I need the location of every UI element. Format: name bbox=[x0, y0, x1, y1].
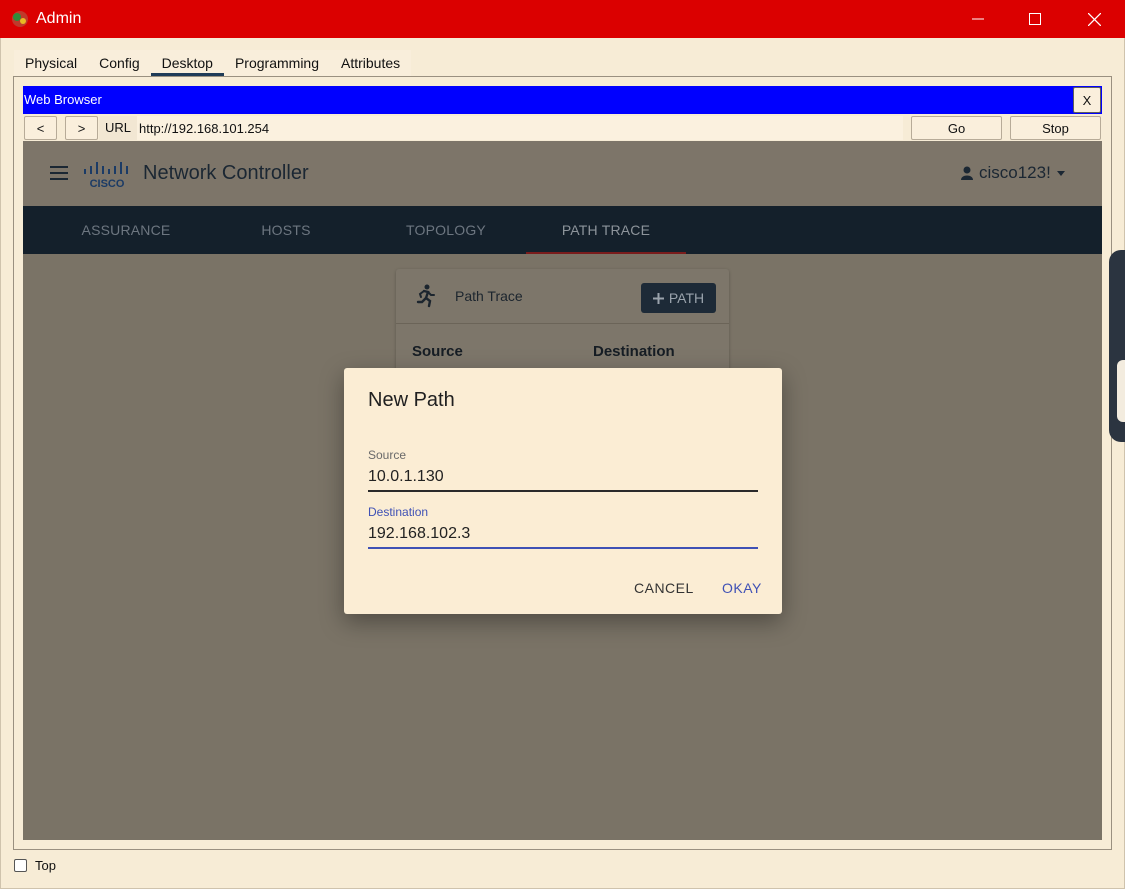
tab-physical[interactable]: Physical bbox=[14, 50, 88, 76]
menu-icon[interactable] bbox=[50, 166, 68, 180]
browser-close-button[interactable]: X bbox=[1073, 87, 1101, 113]
window-title: Admin bbox=[36, 10, 82, 27]
plus-icon bbox=[652, 292, 664, 304]
back-button[interactable]: < bbox=[24, 116, 57, 140]
url-input[interactable] bbox=[137, 116, 903, 140]
tab-attributes[interactable]: Attributes bbox=[330, 50, 411, 76]
new-path-dialog: New Path Source Destination CANCEL OKAY bbox=[344, 368, 782, 614]
okay-button[interactable]: OKAY bbox=[722, 580, 762, 596]
card-header: Path Trace PATH bbox=[396, 269, 729, 324]
nav-path-trace[interactable]: PATH TRACE bbox=[526, 206, 686, 254]
destination-input[interactable] bbox=[368, 524, 758, 544]
destination-underline bbox=[368, 547, 758, 549]
tab-config[interactable]: Config bbox=[88, 50, 150, 76]
title-bar: Admin bbox=[0, 0, 1125, 38]
runner-icon bbox=[416, 284, 435, 308]
add-path-button[interactable]: PATH bbox=[641, 283, 716, 313]
minimize-icon bbox=[972, 18, 984, 20]
maximize-button[interactable] bbox=[1006, 0, 1064, 38]
nav-assurance[interactable]: ASSURANCE bbox=[46, 206, 206, 254]
nav-hosts[interactable]: HOSTS bbox=[206, 206, 366, 254]
nav-topology[interactable]: TOPOLOGY bbox=[366, 206, 526, 254]
page-nav: ASSURANCE HOSTS TOPOLOGY PATH TRACE bbox=[23, 206, 1102, 254]
top-checkbox[interactable] bbox=[14, 859, 27, 872]
user-icon bbox=[961, 166, 973, 180]
cisco-logo-text: CISCO bbox=[90, 178, 125, 189]
url-label: URL bbox=[99, 116, 138, 140]
tab-bar: Physical Config Desktop Programming Attr… bbox=[14, 50, 412, 76]
go-button[interactable]: Go bbox=[911, 116, 1002, 140]
brand-title: Network Controller bbox=[143, 162, 309, 184]
source-label: Source bbox=[368, 448, 407, 462]
browser-title-bar: Web Browser bbox=[23, 86, 1102, 114]
minimize-button[interactable] bbox=[949, 0, 1007, 38]
close-button[interactable] bbox=[1065, 0, 1123, 38]
source-underline bbox=[368, 490, 758, 492]
maximize-icon bbox=[1029, 13, 1041, 25]
forward-button[interactable]: > bbox=[65, 116, 98, 140]
column-source: Source bbox=[412, 343, 463, 360]
column-destination: Destination bbox=[593, 343, 675, 360]
stop-button[interactable]: Stop bbox=[1010, 116, 1101, 140]
tab-desktop[interactable]: Desktop bbox=[150, 50, 225, 76]
tab-programming[interactable]: Programming bbox=[224, 50, 330, 76]
username: cisco123! bbox=[979, 163, 1051, 182]
app-icon bbox=[12, 11, 28, 27]
close-icon bbox=[1087, 12, 1101, 26]
caret-down-icon bbox=[1056, 170, 1065, 176]
source-input[interactable] bbox=[368, 467, 758, 487]
dialog-title: New Path bbox=[368, 389, 455, 411]
add-path-label: PATH bbox=[668, 290, 705, 306]
cisco-logo: CISCO bbox=[84, 162, 128, 189]
card-title: Path Trace bbox=[455, 288, 523, 304]
top-label: Top bbox=[35, 858, 56, 873]
user-menu[interactable]: cisco123! bbox=[961, 163, 1065, 183]
side-panel-tab bbox=[1117, 360, 1125, 422]
page-header: CISCO Network Controller cisco123! bbox=[23, 141, 1102, 206]
cancel-button[interactable]: CANCEL bbox=[634, 580, 694, 596]
destination-label: Destination bbox=[368, 505, 429, 519]
